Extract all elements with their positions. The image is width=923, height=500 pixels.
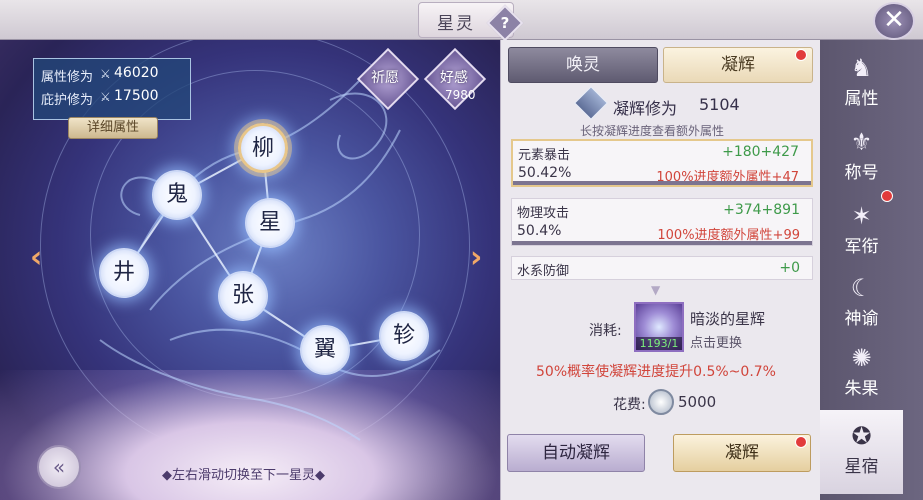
sidebar-item-zhuguo[interactable]: ✺ 朱果 [820,338,903,406]
sidebar-item-oracle[interactable]: ☾ 神谕 [820,268,903,336]
favor-value: 7980 [445,88,476,102]
tab-huanling[interactable]: 唤灵 [508,47,658,83]
sidebar-item-label: 星宿 [844,457,879,477]
stat-value: 17500 [114,88,159,104]
star-node-yi[interactable]: 翼 [300,325,350,375]
sidebar-item-label: 属性 [844,89,879,109]
back-arrow-icon: « [52,455,66,479]
star-node-xing[interactable]: 星 [245,198,295,248]
sidebar-item-attributes[interactable]: ♞ 属性 [820,48,903,116]
attr-percent: 50.4% [517,223,562,239]
star-map-panel: 属性修为 ⚔ 46020 庇护修为 ⚔ 17500 详细属性 祈愿 好感 798… [0,40,500,500]
attr-card-water-defense[interactable]: 水系防御 +0 [511,256,813,280]
prev-arrow-icon[interactable]: ‹ [30,240,42,275]
attr-progress-fill [513,181,811,185]
crossed-swords-icon: ⚔ [100,90,111,104]
back-button[interactable]: « [37,445,81,489]
sidebar-item-label: 称号 [844,163,879,183]
level-gem-icon [574,86,608,120]
favor-label: 好感 [440,70,468,86]
tab-ninghui[interactable]: 凝辉 [663,47,813,83]
auto-ninghui-button[interactable]: 自动凝辉 [507,434,645,472]
silver-coin-icon [648,389,674,415]
level-value: 5104 [699,95,740,114]
change-item-link[interactable]: 点击更换 [690,332,742,351]
notification-dot [881,190,893,202]
attr-name: 元素暴击 [518,148,571,163]
item-count: 1193/1 [636,337,682,350]
close-button[interactable]: ✕ [873,2,915,40]
attr-progress-bar [512,241,812,245]
wish-label: 祈愿 [371,70,399,86]
attr-gain: +180+427 [722,144,799,160]
help-glyph: ? [500,14,510,32]
sidebar-item-label: 神谕 [844,309,879,329]
fee-label: 花费: [613,397,646,413]
stat-value: 46020 [114,65,159,81]
attr-progress-fill [512,241,812,245]
star-node-gui[interactable]: 鬼 [152,170,202,220]
chance-text: 50%概率使凝辉进度提升0.5%~0.7% [536,364,776,380]
fee-value: 5000 [678,393,717,411]
star-rank-icon: ✶ [851,202,872,230]
ninghui-panel: 唤灵 凝辉 凝辉修为 5104 长按凝辉进度查看额外属性 元素暴击 50.42%… [500,40,820,500]
attr-gain: +0 [779,260,800,276]
sidebar: ♞ 属性 ⚜ 称号 ✶ 军衔 ☾ 神谕 ✺ 朱果 ✪ 星宿 [820,40,923,500]
notification-dot [795,436,807,448]
sidebar-item-label: 军衔 [844,237,879,257]
wolf-crest-icon: ♞ [850,54,873,82]
sidebar-item-title[interactable]: ⚜ 称号 [820,122,903,190]
star-node-zhang[interactable]: 张 [218,271,268,321]
sidebar-item-rank[interactable]: ✶ 军衔 [820,196,903,264]
attr-percent: 50.42% [518,165,572,181]
attr-progress-bar [513,181,811,185]
attr-card-element-crit[interactable]: 元素暴击 50.42% +180+427 100%进度额外属性+47 [511,139,813,187]
chevron-down-icon: ▼ [651,283,661,297]
page-title: 星灵 [437,14,475,34]
sword-emblem-icon: ⚜ [850,128,873,156]
star-wheel-icon: ✪ [851,422,872,450]
attr-name: 物理攻击 [517,206,570,221]
crossed-swords-icon: ⚔ [100,67,111,81]
detail-attributes-button[interactable]: 详细属性 [68,117,158,139]
level-label: 凝辉修为 [613,99,678,118]
attr-gain: +374+891 [723,202,800,218]
attr-name: 水系防御 [517,264,570,279]
title-bar: 星灵 ? ✕ [0,0,923,42]
item-name: 暗淡的星辉 [690,310,766,328]
sidebar-item-label: 朱果 [844,379,879,399]
stat-label: 属性修为 [41,70,94,85]
ninghui-button[interactable]: 凝辉 [673,434,811,472]
swipe-hint: ◆左右滑动切换至下一星灵◆ [162,468,325,483]
next-arrow-icon[interactable]: › [470,240,482,275]
moon-sun-icon: ☾ [850,274,873,302]
star-node-liu[interactable]: 柳 [238,123,288,173]
star-node-jing[interactable]: 井 [99,248,149,298]
stats-box: 属性修为 ⚔ 46020 庇护修为 ⚔ 17500 [33,58,191,120]
cost-label: 消耗: [589,323,622,339]
level-tip: 长按凝辉进度查看额外属性 [580,124,725,138]
swirl-fruit-icon: ✺ [851,344,872,372]
star-crystal-item-icon[interactable]: 1193/1 [634,302,684,352]
star-node-zhen[interactable]: 轸 [379,311,429,361]
stat-label: 庇护修为 [41,93,94,108]
attr-card-physical-attack[interactable]: 物理攻击 50.4% +374+891 100%进度额外属性+99 [511,198,813,246]
notification-dot [795,49,807,61]
sidebar-item-xingxiu[interactable]: ✪ 星宿 [820,410,903,494]
